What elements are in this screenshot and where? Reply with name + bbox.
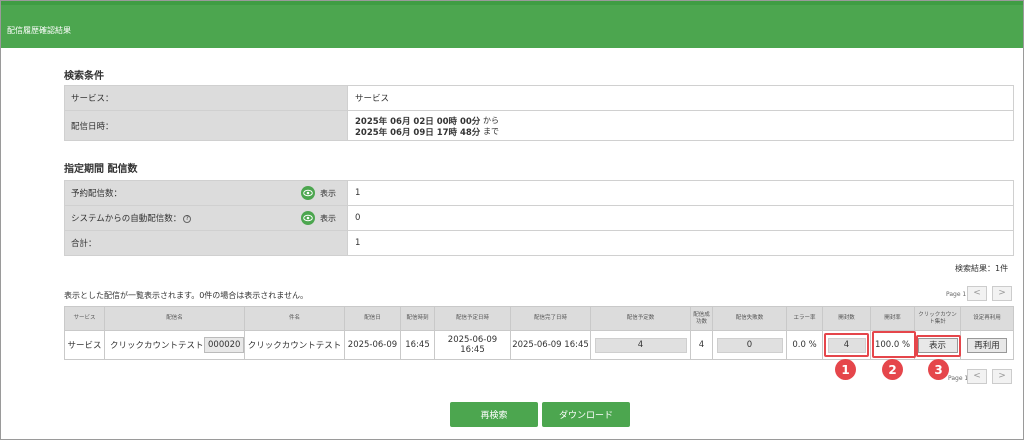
column-header: 開封率 (870, 306, 914, 331)
row-planned-cell: 4 (590, 331, 690, 360)
callout-badge: 2 (882, 359, 903, 380)
highlight-box (872, 331, 916, 358)
help-icon[interactable]: ? (183, 214, 192, 223)
reuse-button[interactable]: 再利用 (967, 337, 1007, 353)
result-count: 検索結果：1件 (955, 264, 1009, 273)
column-header: 開封数 (822, 306, 870, 331)
column-header: 设定再利用 (960, 306, 1014, 331)
row-failed: 0 (716, 337, 783, 353)
column-header: 配信成功数 (690, 306, 712, 331)
eye-icon[interactable] (301, 186, 315, 200)
column-header: 配信失敗数 (712, 306, 786, 331)
show-link[interactable]: 表示 (320, 188, 336, 199)
page-title: 配信履歴確認結果 (7, 26, 71, 35)
search-conditions-title: 検索条件 (64, 71, 104, 82)
callout-badge: 1 (835, 359, 856, 380)
delivery-code-button[interactable]: 000020 (204, 337, 245, 353)
page-header: 配信履歴確認結果 (1, 5, 1023, 48)
row-date: 2025-06-09 (344, 331, 400, 360)
period-counts-table: 予約配信数： 表示 1 システムからの自動配信数：? 表示 0 合計： 1 (64, 180, 1014, 256)
prev-page-button[interactable]: < (967, 369, 987, 384)
row-time: 16:45 (400, 331, 434, 360)
download-button[interactable]: ダウンロード (542, 402, 630, 427)
row-planned: 4 (594, 337, 687, 353)
scheduled-count-label: 予約配信数： 表示 (64, 180, 348, 206)
next-page-button[interactable]: > (992, 286, 1012, 301)
highlight-box (824, 333, 869, 357)
list-note: 表示とした配信が一覧表示されます。0件の場合は表示されません。 (64, 291, 309, 300)
row-service: サービス (64, 331, 104, 360)
column-header: クリックカウント集計 (914, 306, 960, 331)
prev-page-button[interactable]: < (967, 286, 987, 301)
service-value: サービス (347, 85, 1014, 111)
row-completed: 2025-06-09 16:45 (510, 331, 590, 360)
column-header: サービス (64, 306, 104, 331)
row-subject: クリックカウントテスト (244, 331, 344, 360)
eye-icon[interactable] (301, 211, 315, 225)
show-link[interactable]: 表示 (320, 213, 336, 224)
search-conditions-table: サービス： サービス 配信日時： 2025年 06月 02日 00時 00分 から… (64, 85, 1014, 141)
results-table-header: サービス 配信名 件名 配信日 配信時刻 配信予定日時 配信完了日時 配信予定数… (64, 306, 1014, 331)
datetime-value: 2025年 06月 02日 00時 00分 から 2025年 06月 09日 17… (347, 110, 1014, 141)
row-failed-cell: 0 (712, 331, 786, 360)
row-reuse-cell: 再利用 (960, 331, 1014, 360)
row-delivery-name: クリックカウントテスト (110, 341, 204, 351)
total-value: 1 (347, 230, 1014, 256)
row-error-rate: 0.0 % (786, 331, 822, 360)
page-indicator: Page 1 (946, 291, 967, 298)
column-header: 配信名 (104, 306, 244, 331)
column-header: 配信完了日時 (510, 306, 590, 331)
next-page-button[interactable]: > (992, 369, 1012, 384)
column-header: 件名 (244, 306, 344, 331)
datetime-label: 配信日時： (64, 110, 348, 141)
period-counts-title: 指定期間 配信数 (64, 164, 138, 175)
total-label: 合計： (64, 230, 348, 256)
highlight-box (916, 335, 961, 357)
column-header: 配信予定日時 (434, 306, 510, 331)
row-scheduled: 2025-06-09 16:45 (434, 331, 510, 360)
column-header: 配信予定数 (590, 306, 690, 331)
scheduled-count-value: 1 (347, 180, 1014, 206)
column-header: エラー率 (786, 306, 822, 331)
service-label: サービス： (64, 85, 348, 111)
column-header: 配信日 (344, 306, 400, 331)
row-success: 4 (690, 331, 712, 360)
auto-count-value: 0 (347, 205, 1014, 231)
page-indicator: Page 1 (948, 375, 969, 382)
research-button[interactable]: 再検索 (450, 402, 538, 427)
auto-count-label: システムからの自動配信数：? 表示 (64, 205, 348, 231)
callout-badge: 3 (928, 359, 949, 380)
column-header: 配信時刻 (400, 306, 434, 331)
